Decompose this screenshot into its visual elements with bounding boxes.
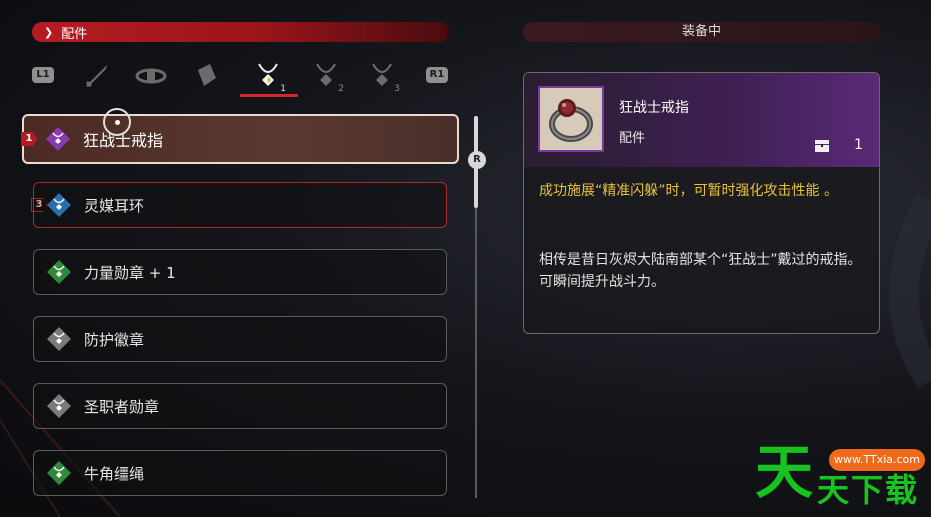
watermark-url: www.TTxia.com [829,449,925,471]
list-item[interactable]: 圣职者勋章 [33,383,447,429]
category-title: 配件 [61,26,88,42]
accessory-gem-icon [47,461,71,485]
equip-slot-badge: 1 [21,132,37,146]
site-watermark: 天 www.TTxia.com 天下载 [755,440,931,517]
tab-number: 1 [280,84,286,94]
tab-gauntlet[interactable] [188,58,224,94]
inventory-chest-icon [815,140,829,152]
belt-icon [135,68,167,84]
tab-weapon[interactable] [78,58,114,94]
selection-cursor [103,108,131,136]
accessory-gem-icon [47,394,71,418]
watermark-text: 天下载 [817,471,920,509]
accessory-gem-icon [47,193,71,217]
equip-slot-badge: 3 [31,198,47,212]
item-name: 圣职者勋章 [84,397,160,416]
tab-number: 3 [394,84,400,94]
list-item[interactable]: 防护徽章 [33,316,447,362]
item-name: 灵媒耳环 [84,196,145,215]
tab-number: 2 [338,84,344,94]
list-item[interactable]: 牛角缰绳 [33,450,447,496]
detail-item-count: 1 [854,137,863,153]
accessory-gem-icon [47,327,71,351]
tab-belt[interactable] [133,58,169,94]
accessory-gem-icon [46,127,70,151]
category-header: ❯ 配件 [32,22,449,42]
item-name: 力量勋章 + 1 [84,263,176,282]
list-item[interactable]: 力量勋章 + 1 [33,249,447,295]
tab-accessory-2[interactable]: 2 [308,58,344,94]
chevron-right-icon: ❯ [44,25,54,39]
detail-item-name: 狂战士戒指 [619,100,689,116]
detail-effect-text: 成功施展“精准闪躲”时，可暂时强化攻击性能 。 [539,183,838,199]
equipment-tabs: L1 1 2 3 R1 [30,56,452,100]
sword-icon [85,65,107,88]
item-detail-panel: 狂战士戒指 配件 1 成功施展“精准闪躲”时，可暂时强化攻击性能 。 相传是昔日… [523,72,880,334]
detail-item-category: 配件 [619,131,646,146]
list-item[interactable]: 3 灵媒耳环 [31,182,447,228]
ring-icon [540,88,602,150]
active-tab-indicator [240,94,298,97]
gauntlet-icon [198,64,216,86]
detail-lore-text: 相传是昔日灰烬大陆南部某个“狂战士”戴过的戒指。 可瞬间提升战斗力。 [539,252,862,290]
item-thumbnail [538,86,604,152]
equipped-header: 装备中 [523,22,880,42]
item-name: 牛角缰绳 [84,464,145,483]
r1-button[interactable]: R1 [426,67,448,83]
tab-accessory-3[interactable]: 3 [364,58,400,94]
l1-button[interactable]: L1 [32,67,54,83]
tab-accessory-1[interactable]: 1 [250,58,286,94]
watermark-logo: 天 [755,438,814,506]
item-name: 防护徽章 [84,330,145,349]
r-stick-button[interactable]: R [468,151,486,169]
accessory-gem-icon [47,260,71,284]
list-item[interactable]: 1 狂战士戒指 [21,114,459,164]
